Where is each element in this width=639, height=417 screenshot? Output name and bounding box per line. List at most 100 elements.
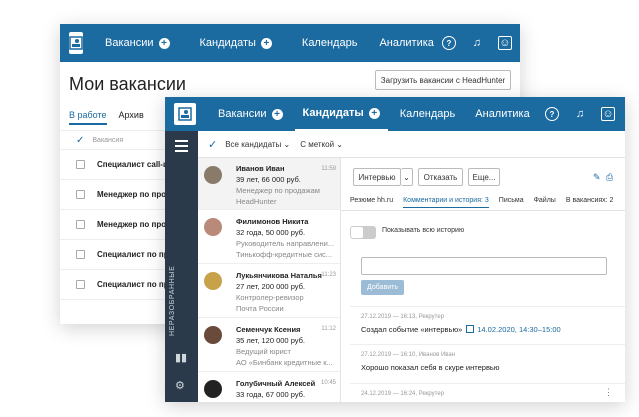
list-item[interactable]: Голубичный Алексей 33 года, 67 000 руб. … [198,372,340,402]
tab-letters[interactable]: Письма [499,197,524,208]
tab-comments[interactable]: Комментарии и история: 3 [403,197,489,208]
candidate-time: 10:45 [320,380,336,386]
candidate-info: 33 года, 67 000 руб. [236,390,306,399]
bell-icon[interactable]: ♫ [573,107,587,121]
comment-input[interactable] [361,257,607,275]
row-checkbox[interactable] [76,160,85,169]
add-comment-button[interactable]: Добавить [361,280,404,295]
vacancy-name: Специалист по пр [97,280,165,289]
nav-analytics[interactable]: Аналитика [467,97,537,131]
candidate-time: 11:12 [321,326,336,332]
stats-icon[interactable]: ▮▮ [175,351,187,364]
avatar [204,272,222,290]
plus-icon[interactable]: + [158,37,170,49]
list-item[interactable]: Семенчук Ксения 35 лет, 120 000 руб. Вед… [198,318,340,372]
plus-icon[interactable]: + [260,37,272,49]
event-link[interactable]: 14.02.2020, 14:30–15:00 [477,325,560,334]
history-text-body: Создал событие «интервью» [361,325,463,334]
more-button[interactable]: Еще... [468,168,500,186]
divider [350,383,625,384]
help-icon[interactable]: ? [545,107,559,121]
nav-label: Календарь [399,108,456,120]
nav-label: Вакансии [218,108,267,120]
candidate-list: Иванов Иван 39 лет, 66 000 руб. Менеджер… [198,158,341,402]
stage-select[interactable]: Интервью [353,168,401,186]
toggle-label: Показывать всю историю [382,227,465,234]
plus-icon[interactable]: + [271,108,283,120]
list-item[interactable]: Лукьянчикова Наталья 27 лет, 200 000 руб… [198,264,340,318]
table-row[interactable]: Менеджер по про [60,180,165,210]
page-title: Мои вакансии [69,74,186,94]
nav-candidates[interactable]: Кандидаты + [294,97,388,131]
divider [350,306,625,307]
stage-dropdown-icon[interactable]: ⌄ [401,168,413,186]
avatar [204,380,222,398]
tab-files[interactable]: Файлы [534,197,556,208]
candidate-info: 39 лет, 66 000 руб. [236,175,301,184]
filter-all-candidates[interactable]: Все кандидаты ⌄ [225,140,290,149]
vacancy-name: Менеджер по про [97,190,165,199]
vacancy-name: Специалист call-ц [97,160,165,169]
nav-analytics[interactable]: Аналитика [371,24,441,62]
history-meta: 27.12.2019 — 16:10, Иванов Иван [361,352,456,358]
divider [341,210,625,211]
user-icon[interactable]: ☺ [601,107,615,121]
candidate-time: 11:59 [321,166,336,172]
more-vert-icon[interactable]: ⋮ [604,387,613,398]
row-checkbox[interactable] [76,280,85,289]
table-row[interactable]: Специалист по пр [60,240,165,270]
menu-icon[interactable] [175,140,188,155]
reject-button[interactable]: Отказать [418,168,463,186]
print-icon[interactable]: ⎙ [606,172,613,183]
history-text: Хорошо показал себя в скуре интервью [361,363,500,372]
table-header: ✓ Вакансия [60,130,165,150]
nav-label: Аналитика [379,37,434,49]
history-meta: 27.12.2019 — 16:13, Рекрутер [361,314,445,320]
calendar-icon [466,325,475,333]
check-all-icon[interactable]: ✓ [76,135,84,146]
candidate-position: Контролер-ревизор [236,293,304,302]
bell-icon[interactable]: ♫ [470,36,484,50]
history-meta: 24.12.2019 — 16:24, Рекрутер [361,391,445,397]
candidate-position: Руководитель направлени... [236,239,335,248]
table-row[interactable]: Специалист call-ц [60,150,165,180]
load-from-hh-button[interactable]: Загрузить вакансии с HeadHunter [375,70,511,90]
sidebar-section-unsorted[interactable]: НЕРАЗОБРАННЫЕ [169,266,176,336]
row-checkbox[interactable] [76,190,85,199]
candidate-info: 32 года, 50 000 руб. [236,228,306,237]
table-row[interactable]: Менеджер по про [60,210,165,240]
edit-icon[interactable]: ✎ [593,172,601,183]
tab-in-work[interactable]: В работе [69,110,107,125]
nav-vacancies[interactable]: Вакансии + [97,24,178,62]
user-icon[interactable]: ☺ [497,36,512,50]
avatar [204,166,222,184]
nav-label: Вакансии [105,37,154,49]
nav-calendar[interactable]: Календарь [392,97,464,131]
tab-resume[interactable]: Резюме hh.ru [350,197,393,208]
list-item[interactable]: Иванов Иван 39 лет, 66 000 руб. Менеджер… [198,158,340,210]
tab-archive[interactable]: Архив [119,110,144,125]
nav-label: Кандидаты [302,107,364,119]
nav-calendar[interactable]: Календарь [294,24,366,62]
plus-icon[interactable]: + [368,107,380,119]
nav-vacancies[interactable]: Вакансии + [210,97,291,131]
tab-in-vacancies[interactable]: В вакансиях: 2 [566,197,614,208]
candidate-source: Почта России [236,304,284,313]
list-item[interactable]: Филимонов Никита 32 года, 50 000 руб. Ру… [198,210,340,264]
settings-gear-icon[interactable]: ⚙ [175,379,185,392]
table-row[interactable]: Специалист по пр [60,270,165,300]
check-all-icon[interactable]: ✓ [208,138,217,151]
nav-candidates[interactable]: Кандидаты + [192,24,280,62]
divider [350,344,625,345]
candidate-name: Филимонов Никита [236,217,309,226]
app-logo[interactable] [69,32,83,54]
help-icon[interactable]: ? [441,36,456,50]
top-nav-bar: Вакансии + Кандидаты + Календарь Аналитика… [60,24,520,62]
vacancy-name: Менеджер по про [97,220,165,229]
row-checkbox[interactable] [76,220,85,229]
row-checkbox[interactable] [76,250,85,259]
candidate-time: 11:23 [321,272,336,278]
show-history-toggle[interactable] [350,226,376,239]
app-logo[interactable] [174,103,196,125]
filter-with-tag[interactable]: С меткой ⌄ [300,140,343,149]
